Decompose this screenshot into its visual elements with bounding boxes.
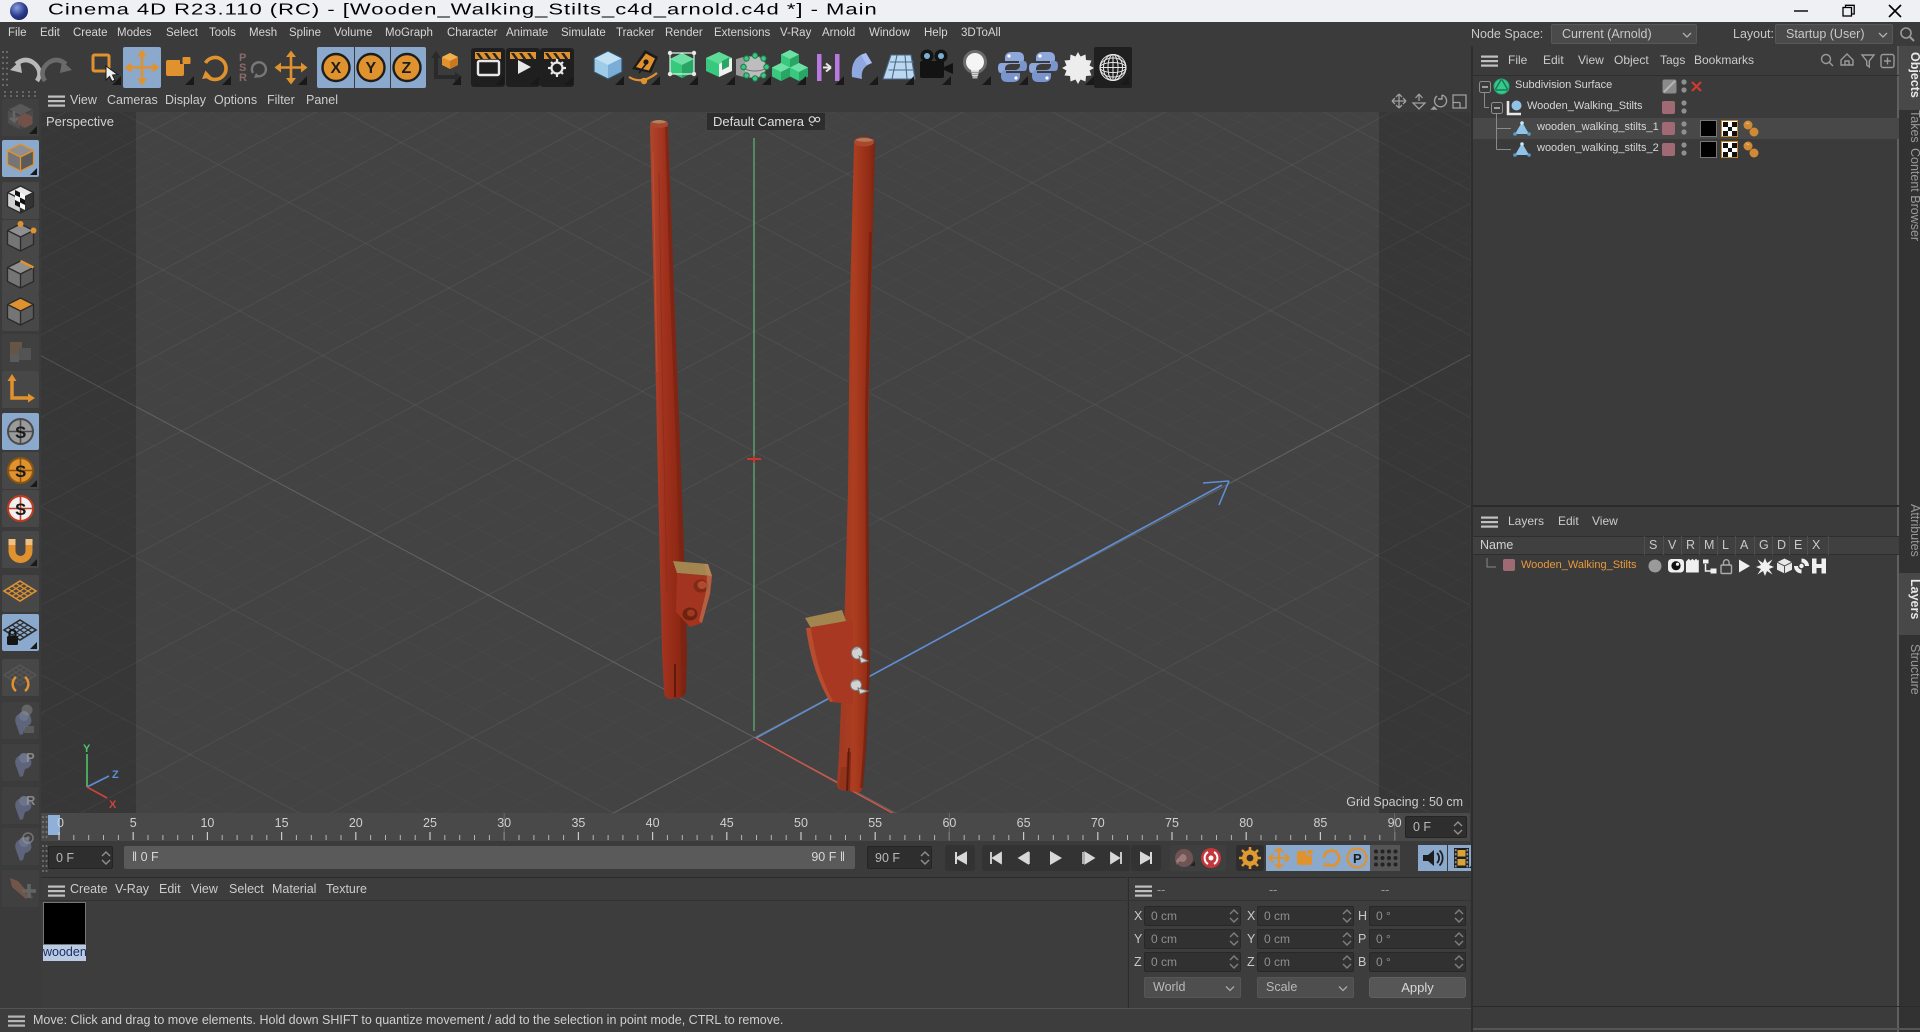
svg-text:Z: Z [402, 60, 412, 77]
svg-text:P: P [1353, 851, 1362, 866]
svg-text:40: 40 [646, 816, 660, 830]
svg-text:0: 0 [57, 816, 64, 830]
svg-text:X: X [331, 60, 342, 77]
svg-text:X: X [109, 799, 117, 811]
svg-text:S: S [15, 423, 26, 442]
svg-text:25: 25 [423, 816, 437, 830]
svg-text:80: 80 [1239, 816, 1253, 830]
svg-text:70: 70 [1091, 816, 1105, 830]
svg-text:5: 5 [130, 816, 137, 830]
svg-text:Y: Y [83, 743, 91, 755]
svg-text:45: 45 [720, 816, 734, 830]
svg-text:50: 50 [794, 816, 808, 830]
svg-text:20: 20 [349, 816, 363, 830]
svg-text:35: 35 [571, 816, 585, 830]
svg-text:55: 55 [868, 816, 882, 830]
svg-text:S: S [15, 500, 26, 519]
svg-text:R: R [26, 793, 36, 808]
svg-text:R: R [239, 72, 247, 84]
svg-text:85: 85 [1313, 816, 1327, 830]
svg-text:10: 10 [200, 816, 214, 830]
svg-text:15: 15 [275, 816, 289, 830]
svg-text:P: P [26, 750, 35, 765]
svg-text:Z: Z [112, 769, 119, 781]
svg-text:65: 65 [1017, 816, 1031, 830]
svg-text:S: S [15, 462, 26, 481]
svg-text:Y: Y [366, 60, 377, 77]
svg-text:75: 75 [1165, 816, 1179, 830]
